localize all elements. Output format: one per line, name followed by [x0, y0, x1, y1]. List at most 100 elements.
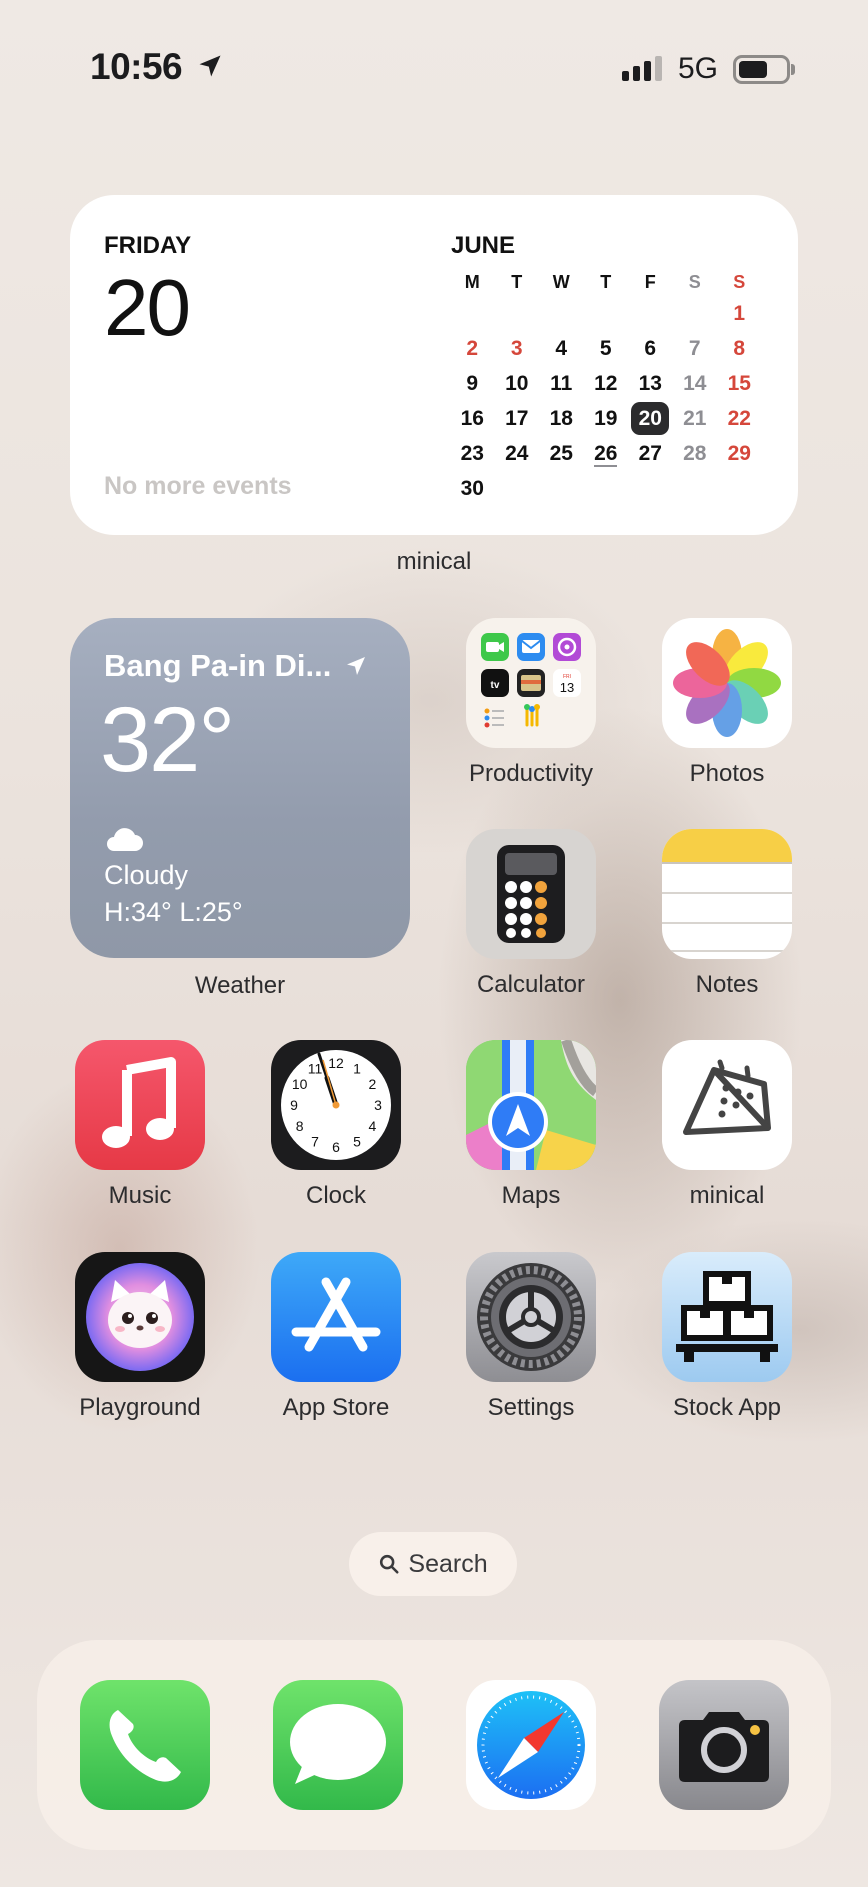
calendar-empty-cell	[628, 471, 673, 506]
app-maps[interactable]: Maps	[466, 1040, 596, 1209]
calculator-icon	[466, 829, 596, 959]
app-label-app-store: App Store	[282, 1394, 390, 1421]
calendar-day: 22	[727, 407, 751, 430]
calendar-day: 25	[549, 442, 573, 465]
app-minical[interactable]: minical	[662, 1040, 792, 1209]
calendar-events-text: No more events	[104, 472, 292, 500]
calendar-day: 11	[550, 372, 573, 395]
calendar-day: 30	[460, 477, 484, 500]
app-label-calculator: Calculator	[476, 971, 586, 998]
status-time: 10:56	[90, 46, 183, 87]
weather-condition: Cloudy	[104, 860, 189, 890]
calendar-empty-cell	[673, 471, 718, 506]
calendar-day: 18	[549, 407, 573, 430]
clock-number: 5	[353, 1133, 361, 1149]
notes-icon	[662, 829, 792, 959]
search-pill[interactable]: Search	[349, 1532, 517, 1596]
calendar-weekday-header: S	[688, 272, 701, 292]
calendar-day: 12	[594, 372, 618, 395]
weather-high-low: H:34° L:25°	[104, 897, 243, 927]
calendar-day: 26	[594, 442, 618, 467]
app-label-clock: Clock	[305, 1182, 366, 1209]
calendar-empty-cell	[495, 296, 540, 331]
clock-number: 4	[368, 1118, 376, 1134]
app-label-minical: minical	[689, 1182, 765, 1209]
photos-icon	[662, 618, 792, 748]
app-store-icon	[271, 1252, 401, 1382]
battery-nub	[791, 64, 795, 75]
app-label-stock-app: Stock App	[672, 1394, 782, 1421]
app-notes[interactable]: Notes	[662, 829, 792, 998]
app-stock-app[interactable]: Stock App	[662, 1252, 792, 1421]
svg-text:tv: tv	[491, 680, 500, 691]
clock-number: 8	[296, 1118, 304, 1134]
calendar-weekday-header: S	[733, 272, 746, 292]
calendar-day: 14	[683, 372, 707, 395]
clock-number: 12	[328, 1055, 344, 1071]
clock-number: 7	[311, 1133, 319, 1149]
weather-widget-label: Weather	[194, 972, 286, 999]
calendar-day: 27	[638, 442, 662, 465]
calendar-day: 16	[460, 407, 484, 430]
calendar-day: 10	[505, 372, 529, 395]
calendar-empty-cell	[717, 471, 762, 506]
clock-icon: 12 1 2 3 4 5 6 7 8 9 10 11	[271, 1040, 401, 1170]
app-settings[interactable]: Settings	[466, 1252, 596, 1421]
calendar-empty-cell	[673, 296, 718, 331]
calendar-empty-cell	[450, 296, 495, 331]
calendar-month-grid: M T W T F S S 1 2 3 4 5 6 7 8 9 10 11 12 13 14 15 16 17 18 19 20 21…	[450, 268, 762, 506]
calendar-day: 29	[727, 442, 751, 465]
dock-phone[interactable]	[80, 1680, 210, 1810]
calendar-empty-cell	[495, 471, 540, 506]
calendar-day: 13	[638, 372, 662, 395]
productivity-folder[interactable]: tv FRI 13 Productivity	[466, 618, 596, 787]
app-label-photos: Photos	[689, 760, 765, 787]
calendar-day: 15	[727, 372, 751, 395]
clock-number: 11	[308, 1061, 323, 1077]
location-arrow-icon	[199, 55, 221, 77]
safari-icon	[466, 1680, 596, 1810]
dock-messages[interactable]	[273, 1680, 403, 1810]
dock-safari[interactable]	[466, 1680, 596, 1810]
cellular-signal-icon	[622, 56, 662, 81]
calendar-day: 24	[505, 442, 529, 465]
app-calculator[interactable]: Calculator	[466, 829, 596, 998]
calendar-day: 2	[466, 337, 479, 360]
weather-location: Bang Pa-in Di...	[104, 648, 368, 684]
calendar-day: 4	[555, 337, 568, 360]
dock-camera[interactable]	[659, 1680, 789, 1810]
calendar-day: 17	[505, 407, 529, 430]
calendar-day: 5	[599, 337, 612, 360]
settings-gear-icon	[466, 1252, 596, 1382]
folder-icon: tv FRI 13	[466, 618, 596, 748]
stock-app-icon	[662, 1252, 792, 1382]
calendar-empty-cell	[584, 471, 629, 506]
calendar-weekday-header: M	[464, 272, 480, 292]
clock-number: 6	[332, 1139, 340, 1155]
battery-icon	[733, 55, 790, 84]
music-icon	[75, 1040, 205, 1170]
app-playground[interactable]: Playground	[75, 1252, 205, 1421]
app-music[interactable]: Music	[75, 1040, 205, 1209]
app-photos[interactable]: Photos	[662, 618, 792, 787]
location-arrow-icon	[346, 657, 365, 675]
folder-calendar-day: 13	[560, 680, 574, 695]
calendar-day-number: 20	[104, 263, 191, 352]
calendar-empty-cell	[584, 296, 629, 331]
calendar-day: 7	[688, 337, 701, 360]
calendar-day: 20	[628, 401, 673, 436]
calendar-widget-label: minical	[396, 548, 472, 575]
app-label-productivity: Productivity	[468, 760, 594, 787]
clock-number: 2	[368, 1076, 376, 1092]
calendar-weekday-header: T	[600, 272, 612, 292]
calendar-day: 19	[594, 407, 618, 430]
app-clock[interactable]: 12 1 2 3 4 5 6 7 8 9 10 11 Clock	[271, 1040, 401, 1209]
app-app-store[interactable]: App Store	[271, 1252, 401, 1421]
calendar-weekday-header: F	[644, 272, 656, 292]
cloud-icon	[107, 828, 143, 851]
calendar-month: JUNE	[451, 232, 516, 259]
maps-icon	[466, 1040, 596, 1170]
calendar-day: 1	[733, 302, 746, 325]
clock-number: 10	[292, 1076, 308, 1092]
search-icon	[380, 1554, 399, 1574]
